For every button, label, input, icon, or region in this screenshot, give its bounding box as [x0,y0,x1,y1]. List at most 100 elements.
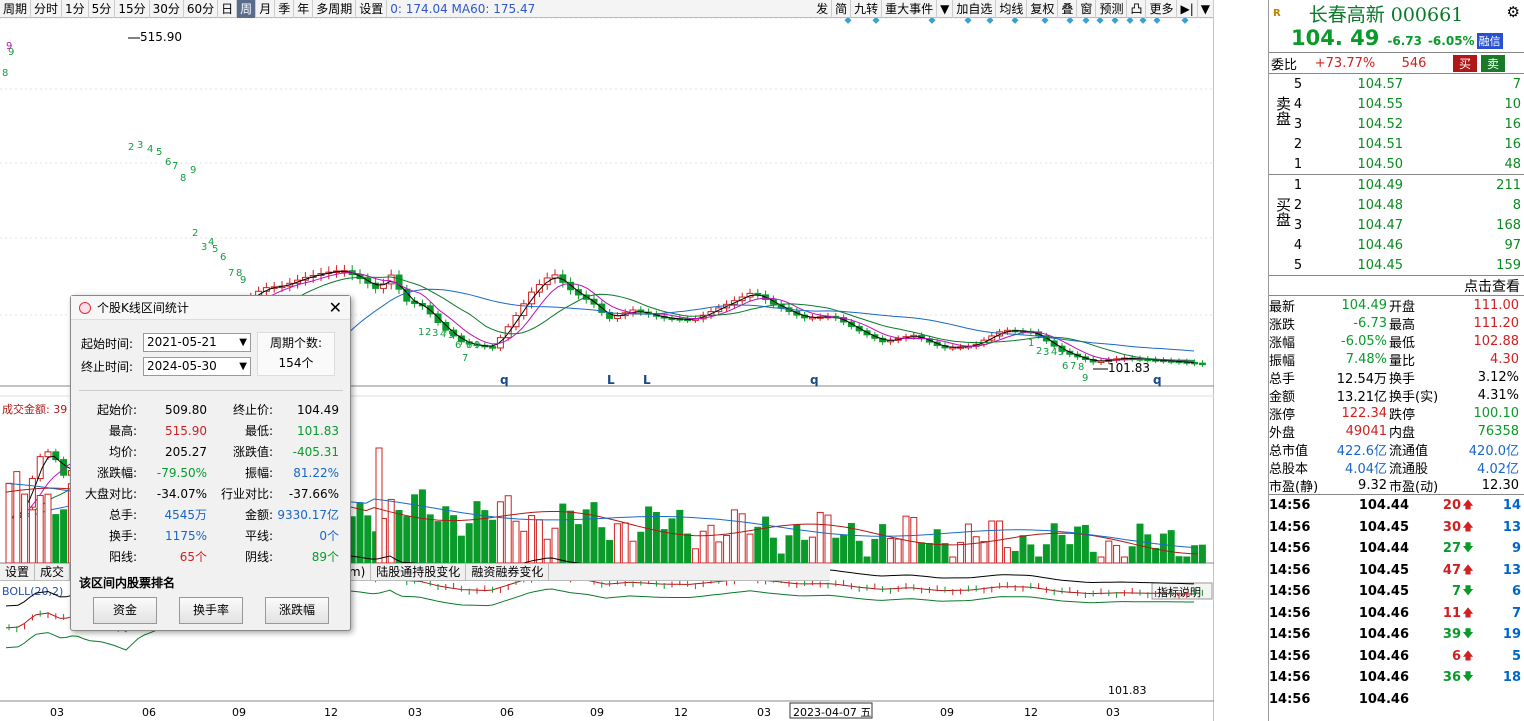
tool-6[interactable]: 均线 [996,0,1028,18]
indicator-tab-8[interactable]: 融资融券变化 [466,564,550,580]
stat-label: 换手: [108,529,137,543]
nine-turn-count: 5 [212,244,218,255]
quote-stat-label: 涨跌 [1269,317,1296,333]
volume-bar [933,529,941,564]
volume-bar [988,520,996,564]
volume-bar [676,509,684,564]
quote-stat-value: 76358 [1477,423,1519,439]
nine-turn-count: 3 [1043,347,1049,358]
indicator-tab-0[interactable]: 设置 [0,564,36,580]
close-icon[interactable]: ✕ [329,298,342,317]
view-more-link[interactable]: 点击查看 [1269,276,1524,296]
tick-volume: 36 [1442,670,1461,686]
tool-11[interactable]: 凸 [1127,0,1147,18]
period-0[interactable]: 周期 [0,0,32,18]
tool-1[interactable]: 简 [832,0,852,18]
nine-turn-count: 5 [1058,347,1064,358]
price-change-pct: -6.05% [1427,34,1475,48]
rank-by-turnover-button[interactable]: 换手率 [179,597,243,624]
last-price: 104. 49 [1291,26,1380,50]
tool-7[interactable]: 复权 [1027,0,1059,18]
rank-by-change-button[interactable]: 涨跌幅 [265,597,329,624]
tool-8[interactable]: 叠 [1058,0,1078,18]
nine-turn-count: 1 [418,327,424,338]
volume-bar [949,556,957,564]
order-level: 3 104.47 168 [1289,215,1524,235]
stat-value: -34.07% [156,486,207,501]
period-7[interactable]: 日 [218,0,238,18]
sell-button[interactable]: 卖 [1481,54,1506,72]
stat-row: 市盈(静) 9.32 市盈(动) 12.30 [1269,476,1524,495]
period-10[interactable]: 季 [275,0,295,18]
volume-bar [1120,556,1128,564]
tool-5[interactable]: 加自选 [953,0,997,18]
period-9[interactable]: 月 [256,0,276,18]
tool-0[interactable]: 发 [813,0,833,18]
volume-bar [1183,556,1191,564]
volume-bar [1128,546,1136,564]
tick-volume: 11 [1442,605,1461,621]
indicator-tab-1[interactable]: 成交 [35,564,71,580]
tool-2[interactable]: 九转 [851,0,883,18]
tool-12[interactable]: 更多 [1146,0,1178,18]
volume-bar [1011,550,1019,564]
nine-turn-count: 2 [128,142,134,153]
volume-bar [684,533,692,564]
period-2[interactable]: 1分 [62,0,89,18]
volume-bar [777,553,785,564]
tick-price: 104.46 [1358,605,1409,621]
volume-bar [730,509,738,564]
period-5[interactable]: 30分 [150,0,184,18]
stat-value: -37.66% [288,486,339,501]
tool-13[interactable]: ▶| [1177,0,1198,18]
period-6[interactable]: 60分 [184,0,219,18]
indicator-help-button[interactable]: 指标说明 [1151,582,1213,600]
indicator-tab-7[interactable]: 陆股通持股变化 [371,564,467,580]
volume-bar [793,524,801,564]
stat-row: 涨幅 -6.05% 最低 102.88 [1269,332,1524,351]
period-8[interactable]: 周 [237,0,257,18]
tool-4[interactable]: ▼ [937,0,954,18]
period-4[interactable]: 15分 [115,0,150,18]
gear-icon[interactable]: ⚙ [1507,3,1520,21]
quote-stat-label: 总市值 [1269,443,1309,459]
stat-label: 起始价: [96,403,137,417]
tick-volume: 6 [1451,648,1461,664]
level-price: 104.47 [1357,217,1404,233]
quote-stat-value: 122.34 [1341,405,1388,421]
tool-9[interactable]: 窗 [1077,0,1097,18]
buy-button[interactable]: 买 [1453,54,1478,72]
tool-3[interactable]: 重大事件 [882,0,938,18]
period-13[interactable]: 设置 [356,0,388,18]
tool-14[interactable]: ▼ [1198,0,1214,18]
volume-bar [403,516,411,564]
quote-stat-value: 9.32 [1358,477,1387,493]
period-3[interactable]: 5分 [89,0,116,18]
stat-label: 振幅: [244,466,273,480]
volume-bar [426,514,434,564]
tick-row: 14:56 104.46 11 🡅 7 [1269,603,1524,625]
level-num: 5 [1293,76,1303,92]
start-time-select[interactable]: 2021-05-21 ▼ [143,333,251,352]
period-12[interactable]: 多周期 [313,0,357,18]
volume-bar [465,523,473,564]
tick-time: 14:56 [1269,541,1311,557]
arrow-down-icon: 🡇 [1462,627,1474,641]
volume-bar [1089,551,1097,564]
period-1[interactable]: 分时 [31,0,63,18]
stat-row: 外盘 49041 内盘 76358 [1269,422,1524,441]
rank-by-capital-button[interactable]: 资金 [93,597,157,624]
order-level: 2 104.48 8 [1289,195,1524,215]
tool-10[interactable]: 预测 [1096,0,1128,18]
stat-row: 起始价: 509.80 终止价: 104.49 [79,399,343,420]
rank-label: 该区间内股票排名 [79,576,176,590]
tick-time: 14:56 [1269,605,1311,621]
x-axis-label: 03 [408,706,422,719]
volume-bar [1050,523,1058,564]
stat-value: 1175% [165,528,207,543]
x-axis-label: 12 [324,706,338,719]
period-11[interactable]: 年 [294,0,314,18]
quote-stat-label: 市盈(静) [1269,479,1319,495]
stat-value: 515.90 [165,423,207,438]
end-time-select[interactable]: 2024-05-30 ▼ [143,357,251,376]
